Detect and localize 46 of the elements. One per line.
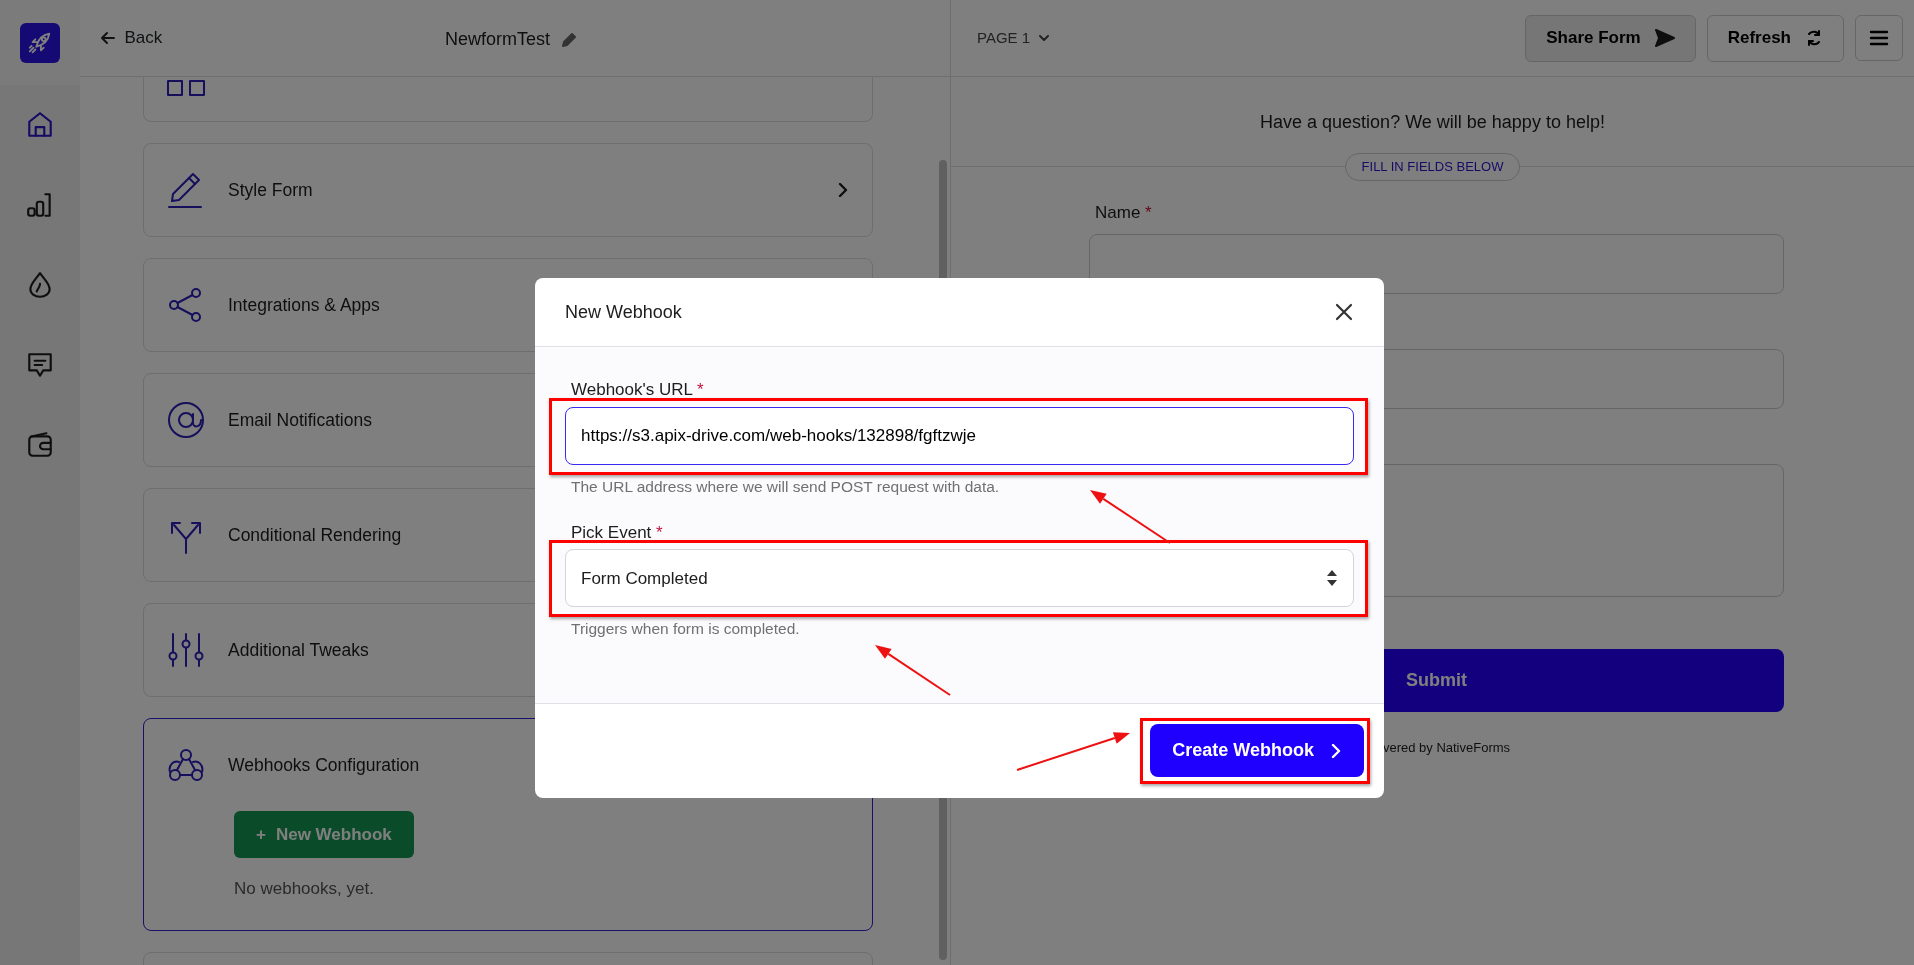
back-arrow-icon (100, 30, 116, 46)
field-label: Webhook's URL (571, 380, 693, 399)
section-title: Integrations & Apps (228, 293, 380, 317)
required-mark: * (656, 522, 663, 542)
dropdown[interactable]: Form Completed (565, 549, 1354, 608)
logo[interactable] (20, 22, 60, 63)
chat-icon[interactable] (25, 350, 55, 380)
refresh-button[interactable]: Refresh (1706, 14, 1844, 62)
chevron-down-icon (1038, 32, 1051, 44)
back-link[interactable]: Back (100, 25, 163, 51)
share-form-button[interactable]: Share Form (1525, 14, 1696, 62)
powered-by-text: vered by (1382, 739, 1434, 755)
create-webhook-button[interactable]: Create Webhook (1150, 724, 1364, 777)
squares-icon (166, 79, 206, 97)
section-divider-label: FILL IN FIELDS BELOW (1344, 153, 1521, 181)
send-icon (1654, 29, 1675, 47)
form-intro: Have a question? We will be happy to help! (1259, 111, 1606, 134)
chevron-right-icon (836, 183, 850, 197)
sliders-icon (166, 630, 206, 670)
section-title: Conditional Rendering (228, 523, 402, 547)
dialog-title: New Webhook (565, 300, 682, 324)
help-text: Triggers when form is completed. (571, 619, 801, 640)
pencil-icon[interactable] (560, 30, 579, 49)
refresh-icon (1805, 29, 1823, 47)
section-title: Style Form (228, 178, 313, 202)
required-mark: * (1145, 203, 1152, 222)
section-title: Email Notifications (228, 408, 372, 432)
home-icon[interactable] (25, 110, 55, 140)
empty-message: No webhooks, yet. (234, 878, 375, 900)
field-label: Name (1095, 203, 1141, 222)
at-sign-icon (166, 400, 206, 440)
section-title: Additional Tweaks (228, 638, 369, 662)
new-webhook-button[interactable]: + New Webhook (234, 811, 414, 858)
input-field[interactable]: https://s3.apix-drive.com/web-hooks/132898/fgftzwje (565, 406, 1354, 465)
chevron-right-icon (1330, 743, 1342, 758)
field-label: Pick Event (571, 522, 652, 542)
menu-icon (1869, 29, 1889, 47)
close-button[interactable] (1334, 302, 1354, 322)
form-title: NewformTest (445, 28, 551, 51)
settings-card[interactable]: Style Form (143, 143, 873, 237)
page-selector[interactable]: PAGE 1 (977, 26, 1051, 50)
menu-button[interactable] (1855, 15, 1903, 61)
required-mark: * (697, 380, 704, 399)
section-title: Webhooks Configuration (228, 753, 420, 777)
wallet-icon[interactable] (25, 430, 55, 460)
brand-link[interactable]: NativeForms (1436, 739, 1511, 755)
